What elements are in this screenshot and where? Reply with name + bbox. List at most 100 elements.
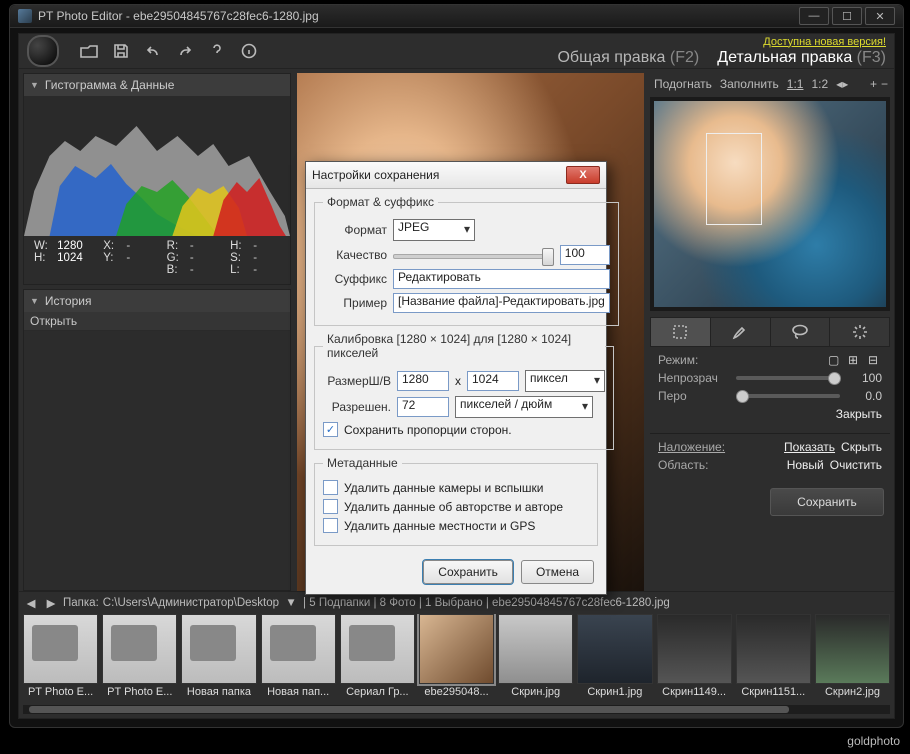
image-thumb[interactable] bbox=[736, 614, 811, 684]
feather-value: 0.0 bbox=[846, 389, 882, 403]
meta-gps-checkbox[interactable] bbox=[323, 518, 338, 533]
filmstrip-item[interactable]: Скрин.jpg bbox=[498, 614, 573, 703]
filmstrip-item[interactable]: Скрин1.jpg bbox=[577, 614, 652, 703]
tab-detail-edit[interactable]: Детальная правка (F3) bbox=[717, 49, 886, 67]
filmstrip-label: Скрин1149... bbox=[657, 684, 732, 703]
path-prev-icon[interactable]: ◀ bbox=[23, 595, 39, 611]
filmstrip-label: PT Photo E... bbox=[102, 684, 177, 703]
fit-button[interactable]: Подогнать bbox=[652, 77, 714, 91]
brush-icon[interactable] bbox=[711, 318, 771, 346]
tab-general-edit[interactable]: Общая правка (F2) bbox=[557, 49, 699, 67]
wand-icon[interactable] bbox=[830, 318, 889, 346]
new-version-link[interactable]: Доступна новая версия! bbox=[763, 36, 886, 48]
image-thumb[interactable] bbox=[577, 614, 652, 684]
help-icon[interactable] bbox=[207, 42, 227, 60]
zoom-1to1[interactable]: 1:1 bbox=[785, 77, 806, 91]
folder-icon[interactable] bbox=[102, 614, 177, 684]
quality-slider[interactable] bbox=[393, 246, 554, 264]
image-thumb[interactable] bbox=[815, 614, 890, 684]
feather-slider[interactable] bbox=[736, 394, 840, 398]
overlay-hide[interactable]: Скрыть bbox=[841, 440, 882, 454]
region-new[interactable]: Новый bbox=[787, 458, 824, 472]
filmstrip-item[interactable]: Сериал Гр... bbox=[340, 614, 415, 703]
quality-label: Качество bbox=[323, 248, 387, 262]
folder-icon[interactable] bbox=[23, 614, 98, 684]
zoom-in-icon[interactable]: + bbox=[870, 77, 877, 91]
quality-input[interactable]: 100 bbox=[560, 245, 610, 265]
resolution-unit-select[interactable]: пикселей / дюйм bbox=[455, 396, 593, 418]
format-select[interactable]: JPEG bbox=[393, 219, 475, 241]
resolution-input[interactable]: 72 bbox=[397, 397, 449, 417]
image-thumb[interactable] bbox=[657, 614, 732, 684]
redo-icon[interactable] bbox=[175, 42, 195, 60]
filmstrip-label: Скрин.jpg bbox=[498, 684, 573, 703]
opacity-value: 100 bbox=[846, 371, 882, 385]
save-icon[interactable] bbox=[111, 42, 131, 60]
folder-icon[interactable] bbox=[340, 614, 415, 684]
history-item[interactable]: Открыть bbox=[24, 312, 290, 331]
mode-single-icon[interactable]: ▢ bbox=[828, 353, 842, 367]
folder-icon[interactable] bbox=[261, 614, 336, 684]
suffix-input[interactable]: Редактировать bbox=[393, 269, 610, 289]
width-input[interactable]: 1280 bbox=[397, 371, 449, 391]
open-icon[interactable] bbox=[79, 42, 99, 60]
path-next-icon[interactable]: ▶ bbox=[43, 595, 59, 611]
filmstrip-item[interactable]: Скрин1151... bbox=[736, 614, 811, 703]
image-thumb[interactable] bbox=[419, 614, 494, 684]
overlay-show[interactable]: Показать bbox=[784, 440, 835, 454]
navigator-thumb[interactable] bbox=[650, 97, 890, 311]
undo-icon[interactable] bbox=[143, 42, 163, 60]
dialog-close-button[interactable]: X bbox=[566, 166, 600, 184]
minimize-button[interactable]: — bbox=[799, 7, 829, 25]
filmstrip-item[interactable]: PT Photo E... bbox=[102, 614, 177, 703]
save-button[interactable]: Сохранить bbox=[770, 488, 884, 516]
filmstrip-item[interactable]: Скрин1149... bbox=[657, 614, 732, 703]
lasso-icon[interactable] bbox=[771, 318, 831, 346]
filmstrip-item[interactable]: ebe295048... bbox=[419, 614, 494, 703]
fill-button[interactable]: Заполнить bbox=[718, 77, 781, 91]
example-label: Пример bbox=[323, 296, 387, 310]
zoom-dropdown-icon[interactable]: ◂▸ bbox=[834, 77, 850, 91]
keep-ratio-checkbox[interactable]: ✓ bbox=[323, 422, 338, 437]
mode-add-icon[interactable]: ⊞ bbox=[848, 353, 862, 367]
path-label: Папка: bbox=[63, 597, 99, 609]
suffix-label: Суффикс bbox=[323, 272, 387, 286]
height-input[interactable]: 1024 bbox=[467, 371, 519, 391]
navigator-selection[interactable] bbox=[706, 133, 762, 225]
filmstrip[interactable]: PT Photo E...PT Photo E...Новая папкаНов… bbox=[23, 614, 890, 703]
mode-label: Режим: bbox=[658, 353, 698, 367]
close-link[interactable]: Закрыть bbox=[836, 407, 882, 421]
maximize-button[interactable]: ☐ bbox=[832, 7, 862, 25]
filmstrip-item[interactable]: Новая папка bbox=[181, 614, 256, 703]
dialog-titlebar[interactable]: Настройки сохранения X bbox=[306, 162, 606, 189]
opacity-slider[interactable] bbox=[736, 376, 840, 380]
image-thumb[interactable] bbox=[498, 614, 573, 684]
mode-sub-icon[interactable]: ⊟ bbox=[868, 353, 882, 367]
filmstrip-scrollbar[interactable] bbox=[23, 705, 890, 714]
history-header[interactable]: История bbox=[24, 290, 290, 312]
path-folder[interactable]: C:\Users\Администратор\Desktop bbox=[103, 597, 279, 609]
folder-icon[interactable] bbox=[181, 614, 256, 684]
select-rect-icon[interactable] bbox=[651, 318, 711, 346]
meta-camera-checkbox[interactable] bbox=[323, 480, 338, 495]
meta-camera-label: Удалить данные камеры и вспышки bbox=[344, 481, 543, 495]
region-label: Область: bbox=[658, 458, 738, 472]
meta-author-checkbox[interactable] bbox=[323, 499, 338, 514]
dialog-cancel-button[interactable]: Отмена bbox=[521, 560, 594, 584]
zoom-out-icon[interactable]: − bbox=[881, 77, 888, 91]
filmstrip-item[interactable]: Скрин2.jpg bbox=[815, 614, 890, 703]
overlay-label: Наложение: bbox=[658, 440, 738, 454]
titlebar[interactable]: PT Photo Editor - ebe29504845767c28fec6-… bbox=[10, 5, 903, 28]
resolution-label: Разрешен. bbox=[323, 400, 391, 414]
path-dropdown-icon[interactable]: ▼ bbox=[283, 595, 299, 611]
close-button[interactable]: ✕ bbox=[865, 7, 895, 25]
zoom-1to2[interactable]: 1:2 bbox=[809, 77, 830, 91]
filmstrip-item[interactable]: PT Photo E... bbox=[23, 614, 98, 703]
size-unit-select[interactable]: пиксел bbox=[525, 370, 605, 392]
histogram-header[interactable]: Гистограмма & Данные bbox=[24, 74, 290, 96]
dialog-save-button[interactable]: Сохранить bbox=[423, 560, 513, 584]
filmstrip-item[interactable]: Новая пап... bbox=[261, 614, 336, 703]
history-panel: История Открыть bbox=[23, 289, 291, 591]
info-icon[interactable] bbox=[239, 42, 259, 60]
region-clear[interactable]: Очистить bbox=[830, 458, 882, 472]
